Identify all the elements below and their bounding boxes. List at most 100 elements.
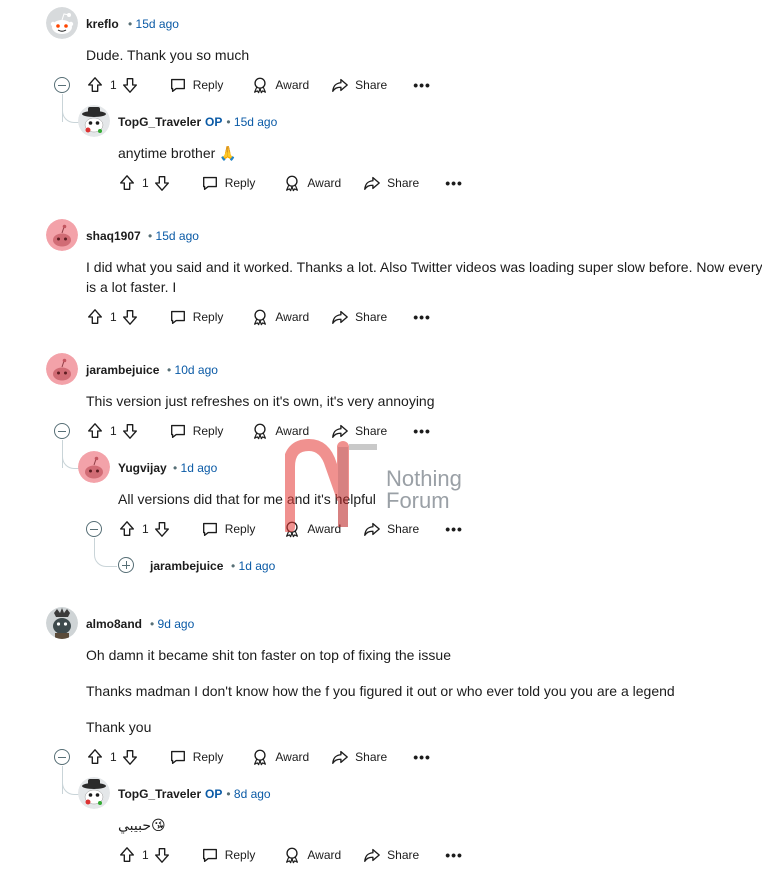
avatar[interactable]	[46, 219, 78, 251]
share-button[interactable]: Share	[363, 169, 419, 197]
avatar[interactable]	[78, 451, 110, 483]
username[interactable]: TopG_Traveler	[118, 115, 201, 129]
username[interactable]: jarambejuice	[150, 559, 223, 573]
avatar[interactable]	[78, 777, 110, 809]
reply-button[interactable]: Reply	[169, 743, 223, 771]
downvote-button[interactable]	[153, 841, 171, 869]
timestamp[interactable]: 1d ago	[181, 461, 218, 475]
collapse-thread-button[interactable]	[86, 521, 102, 537]
upvote-icon	[118, 846, 136, 864]
username[interactable]: Yugvijay	[118, 461, 167, 475]
vote-count: 1	[110, 78, 117, 92]
award-icon	[283, 846, 301, 864]
vote-count: 1	[110, 424, 117, 438]
comment-body: Thank you	[86, 719, 152, 735]
upvote-button[interactable]	[86, 303, 104, 331]
reply-button[interactable]: Reply	[201, 169, 255, 197]
more-options-button[interactable]: •••	[413, 71, 431, 99]
downvote-button[interactable]	[153, 515, 171, 543]
username[interactable]: jarambejuice	[86, 363, 159, 377]
award-button[interactable]: Award	[251, 303, 309, 331]
share-button[interactable]: Share	[331, 303, 387, 331]
username[interactable]: kreflo	[86, 17, 119, 31]
comment-meta: • 10d ago	[167, 363, 218, 377]
timestamp[interactable]: 15d ago	[156, 229, 199, 243]
award-button[interactable]: Award	[251, 743, 309, 771]
collapse-thread-button[interactable]	[54, 749, 70, 765]
share-button[interactable]: Share	[331, 71, 387, 99]
upvote-button[interactable]	[86, 743, 104, 771]
timestamp[interactable]: 15d ago	[136, 17, 179, 31]
award-icon	[251, 76, 269, 94]
comment-body: حبيبي😘	[118, 817, 166, 833]
vote-count: 1	[142, 522, 149, 536]
upvote-button[interactable]	[118, 515, 136, 543]
timestamp[interactable]: 9d ago	[158, 617, 195, 631]
award-label: Award	[275, 424, 310, 438]
more-options-button[interactable]: •••	[445, 841, 463, 869]
downvote-icon	[121, 308, 139, 326]
comment-icon	[169, 76, 187, 94]
timestamp[interactable]: 10d ago	[175, 363, 218, 377]
comment-meta: • 15d ago	[148, 229, 199, 243]
more-options-button[interactable]: •••	[413, 303, 431, 331]
more-options-button[interactable]: •••	[413, 743, 431, 771]
upvote-icon	[118, 520, 136, 538]
reply-label: Reply	[192, 310, 224, 324]
downvote-button[interactable]	[121, 743, 139, 771]
reply-button[interactable]: Reply	[169, 71, 223, 99]
comment-meta: • 1d ago	[231, 559, 276, 573]
more-options-button[interactable]: •••	[445, 515, 463, 543]
comment-meta: • 1d ago	[173, 461, 218, 475]
avatar[interactable]	[46, 7, 78, 39]
upvote-button[interactable]	[86, 417, 104, 445]
upvote-icon	[86, 748, 104, 766]
avatar[interactable]	[46, 607, 78, 639]
collapse-thread-button[interactable]	[54, 423, 70, 439]
share-button[interactable]: Share	[331, 743, 387, 771]
collapse-thread-button[interactable]	[54, 77, 70, 93]
watermark-text: Forum	[386, 488, 450, 513]
more-options-button[interactable]: •••	[413, 417, 431, 445]
comment-icon	[201, 520, 219, 538]
downvote-icon	[121, 422, 139, 440]
op-badge: OP	[205, 787, 223, 801]
expand-thread-button[interactable]	[118, 557, 134, 573]
downvote-button[interactable]	[121, 71, 139, 99]
award-icon	[251, 422, 269, 440]
comment-icon	[169, 748, 187, 766]
reply-label: Reply	[192, 424, 224, 438]
comment-icon	[169, 422, 187, 440]
avatar[interactable]	[46, 353, 78, 385]
award-button[interactable]: Award	[251, 71, 309, 99]
username[interactable]: TopG_Traveler	[118, 787, 201, 801]
share-label: Share	[355, 78, 388, 92]
downvote-button[interactable]	[121, 303, 139, 331]
downvote-button[interactable]	[153, 169, 171, 197]
avatar[interactable]	[78, 105, 110, 137]
timestamp[interactable]: 1d ago	[239, 559, 276, 573]
username[interactable]: shaq1907	[86, 229, 141, 243]
reply-button[interactable]: Reply	[169, 303, 224, 331]
upvote-button[interactable]	[118, 841, 136, 869]
downvote-icon	[153, 520, 171, 538]
more-options-button[interactable]: •••	[445, 169, 463, 197]
reply-button[interactable]: Reply	[169, 417, 224, 445]
share-button[interactable]: Share	[363, 841, 419, 869]
downvote-button[interactable]	[121, 417, 139, 445]
vote-count: 1	[142, 848, 149, 862]
reply-button[interactable]: Reply	[201, 841, 255, 869]
upvote-button[interactable]	[86, 71, 104, 99]
share-icon	[331, 308, 349, 326]
award-button[interactable]: Award	[283, 169, 341, 197]
comment-body: Oh damn it became shit ton faster on top…	[86, 647, 451, 663]
vote-count: 1	[142, 176, 149, 190]
downvote-icon	[153, 846, 171, 864]
upvote-button[interactable]	[118, 169, 136, 197]
award-button[interactable]: Award	[283, 841, 341, 869]
reply-button[interactable]: Reply	[201, 515, 255, 543]
username[interactable]: almo8and	[86, 617, 142, 631]
timestamp[interactable]: 15d ago	[234, 115, 277, 129]
timestamp[interactable]: 8d ago	[234, 787, 271, 801]
thread-connector	[62, 780, 79, 795]
